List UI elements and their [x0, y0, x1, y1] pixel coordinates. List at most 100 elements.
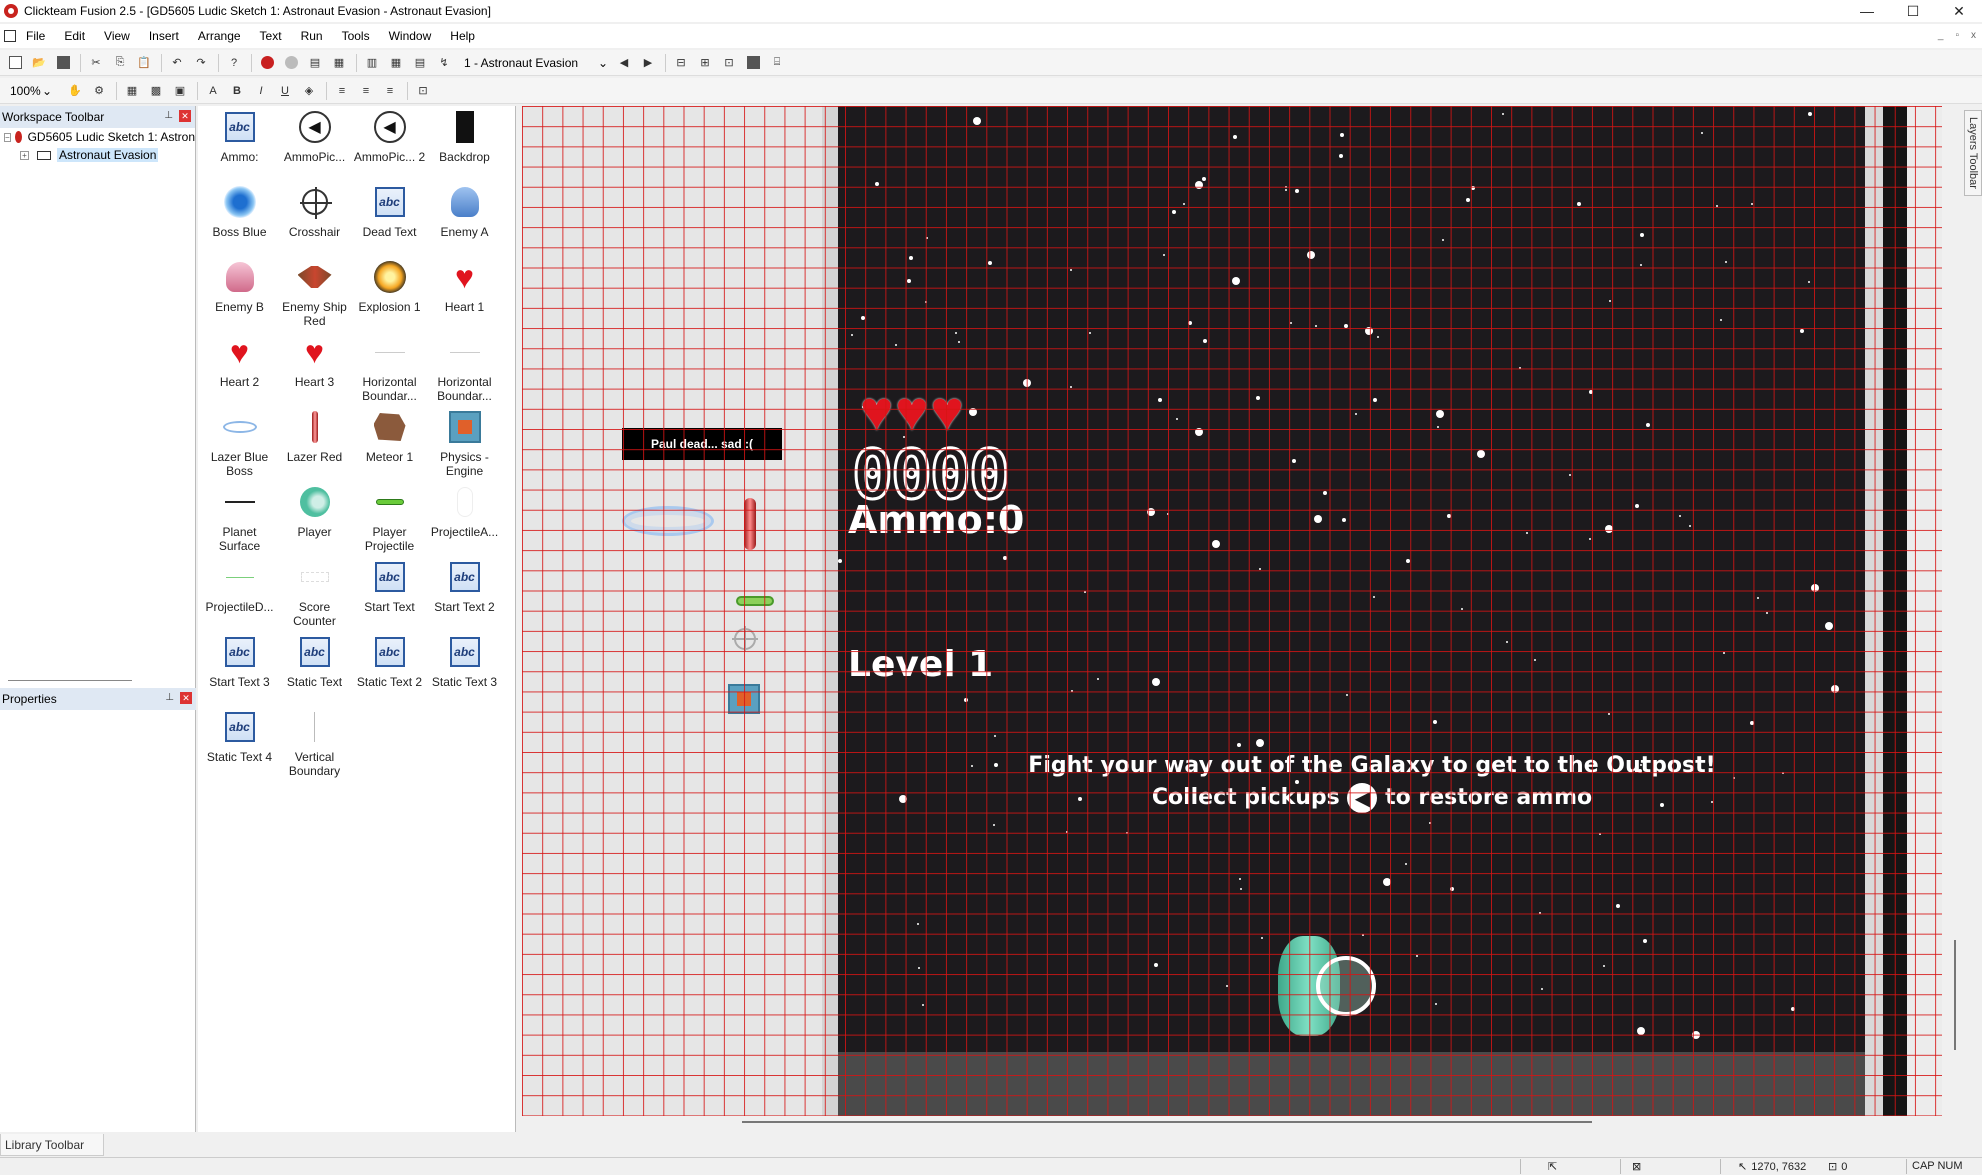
library-object[interactable]: Meteor 1 [352, 410, 427, 464]
next-frame-icon[interactable]: ▶ [639, 54, 657, 72]
expand-icon[interactable]: + [20, 150, 29, 160]
menu-text[interactable]: Text [260, 29, 282, 43]
library-object[interactable]: ProjectileA... [427, 485, 502, 539]
ammo-text-object[interactable]: Ammo:0 [848, 498, 1024, 542]
library-object[interactable]: Planet Surface [202, 485, 277, 553]
menu-view[interactable]: View [104, 29, 130, 43]
debug-icon[interactable]: ⌸ [768, 54, 786, 72]
physics-engine-object[interactable] [728, 684, 760, 714]
layout-icon[interactable]: ⊞ [696, 54, 714, 72]
data-elements-icon[interactable]: ▤ [411, 54, 429, 72]
close-button[interactable]: ✕ [1936, 0, 1982, 22]
pin-icon[interactable]: ⊥ [165, 692, 174, 704]
library-object[interactable]: abc Dead Text [352, 185, 427, 239]
snap-grid-icon[interactable]: ▩ [147, 82, 165, 100]
copy-icon[interactable]: ⎘ [111, 54, 129, 72]
library-object[interactable]: Horizontal Boundar... [427, 335, 502, 403]
horizontal-scrollbar[interactable] [742, 1121, 1592, 1123]
library-object[interactable]: Enemy Ship Red [277, 260, 352, 328]
menu-insert[interactable]: Insert [149, 29, 179, 43]
planet-surface-object[interactable] [838, 1052, 1865, 1116]
library-object[interactable]: ♥ Heart 2 [202, 335, 277, 389]
run-frame-icon[interactable] [282, 54, 300, 72]
player-projectile-object[interactable] [736, 596, 774, 606]
fit-icon[interactable]: ⊡ [720, 54, 738, 72]
library-object[interactable]: Lazer Blue Boss [202, 410, 277, 478]
heart-1-object[interactable]: ♥ [860, 383, 893, 439]
library-object[interactable]: ◀ AmmoPic... [277, 110, 352, 164]
align-center-icon[interactable]: ≡ [357, 82, 375, 100]
library-object[interactable]: ♥ Heart 3 [277, 335, 352, 389]
panel-divider[interactable] [8, 680, 132, 681]
cut-icon[interactable]: ✂ [87, 54, 105, 72]
close-icon[interactable]: ✕ [180, 692, 192, 704]
font-icon[interactable]: A [204, 82, 222, 100]
dead-text-object[interactable]: Paul dead... sad :( [622, 428, 782, 460]
menu-run[interactable]: Run [301, 29, 323, 43]
library-object[interactable]: Backdrop [427, 110, 502, 164]
menu-arrange[interactable]: Arrange [198, 29, 241, 43]
heart-2-object[interactable]: ♥ [895, 383, 928, 439]
open-folder-icon[interactable]: 📂 [30, 54, 48, 72]
library-object[interactable]: ♥ Heart 1 [427, 260, 502, 314]
underline-icon[interactable]: U [276, 82, 294, 100]
library-object[interactable]: ◀ AmmoPic... 2 [352, 110, 427, 164]
library-object[interactable]: Physics - Engine [427, 410, 502, 478]
frame-editor-icon[interactable]: ▦ [330, 54, 348, 72]
undo-icon[interactable]: ↶ [168, 54, 186, 72]
fill-color-icon[interactable]: ◈ [300, 82, 318, 100]
show-grid-icon[interactable]: ▦ [123, 82, 141, 100]
library-object[interactable]: abc Static Text 2 [352, 635, 427, 689]
menu-edit[interactable]: Edit [64, 29, 85, 43]
redo-icon[interactable]: ↷ [192, 54, 210, 72]
stop-icon[interactable] [744, 54, 762, 72]
frame-editor[interactable]: Paul dead... sad :( ♥ ♥ ♥ 0000 Ammo:0 Le… [522, 106, 1942, 1116]
mdi-close-button[interactable]: x [1971, 30, 1976, 41]
library-object[interactable]: Boss Blue [202, 185, 277, 239]
paste-icon[interactable]: 📋 [135, 54, 153, 72]
event-list-icon[interactable]: ▦ [387, 54, 405, 72]
pin-icon[interactable]: ⊥ [164, 110, 173, 122]
mdi-restore-button[interactable]: ▫ [1955, 30, 1959, 41]
level-text-object[interactable]: Level 1 [848, 644, 993, 685]
library-object[interactable]: Crosshair [277, 185, 352, 239]
menu-window[interactable]: Window [389, 29, 432, 43]
library-object[interactable]: Score Counter [277, 560, 352, 628]
previous-frame-icon[interactable]: ◀ [615, 54, 633, 72]
library-object[interactable]: Horizontal Boundar... [352, 335, 427, 403]
menu-tools[interactable]: Tools [342, 29, 370, 43]
layers-toolbar-tab[interactable]: Layers Toolbar [1964, 110, 1982, 196]
zoom-select[interactable]: 100% ⌄ [6, 81, 56, 101]
library-object[interactable]: abc Start Text [352, 560, 427, 614]
library-object[interactable]: Explosion 1 [352, 260, 427, 314]
storyboard-editor-icon[interactable]: ▤ [306, 54, 324, 72]
new-file-icon[interactable] [6, 54, 24, 72]
library-object[interactable]: abc Static Text 4 [202, 710, 277, 764]
library-object[interactable]: ProjectileD... [202, 560, 277, 614]
save-icon[interactable] [54, 54, 72, 72]
tree-item-frame[interactable]: + Astronaut Evasion [0, 146, 195, 164]
help-icon[interactable]: ? [225, 54, 243, 72]
event-editor-icon[interactable]: ▥ [363, 54, 381, 72]
library-object[interactable]: Lazer Red [277, 410, 352, 464]
frame-select[interactable]: 1 - Astronaut Evasion ⌄ [459, 53, 609, 73]
italic-icon[interactable]: I [252, 82, 270, 100]
library-object[interactable]: Player Projectile [352, 485, 427, 553]
menu-help[interactable]: Help [450, 29, 475, 43]
player-object[interactable] [1278, 936, 1380, 1036]
run-application-icon[interactable] [258, 54, 276, 72]
vertical-boundary-object[interactable] [1883, 106, 1907, 1116]
library-object[interactable]: Vertical Boundary [277, 710, 352, 778]
grid-setup-icon[interactable]: ⚙ [90, 82, 108, 100]
close-icon[interactable]: ✕ [179, 110, 191, 122]
vertical-scrollbar[interactable] [1954, 940, 1956, 1050]
library-object[interactable]: abc Static Text [277, 635, 352, 689]
lazer-red-object[interactable] [744, 498, 756, 550]
library-object[interactable]: abc Ammo: [202, 110, 277, 164]
events-editor-icon[interactable]: ↯ [435, 54, 453, 72]
system-menu-icon[interactable] [4, 30, 16, 42]
lazer-blue-boss-object[interactable] [622, 506, 714, 536]
tree-item-project[interactable]: − GD5605 Ludic Sketch 1: Astron [0, 128, 195, 146]
library-object[interactable]: abc Start Text 2 [427, 560, 502, 614]
heart-3-object[interactable]: ♥ [931, 383, 964, 439]
